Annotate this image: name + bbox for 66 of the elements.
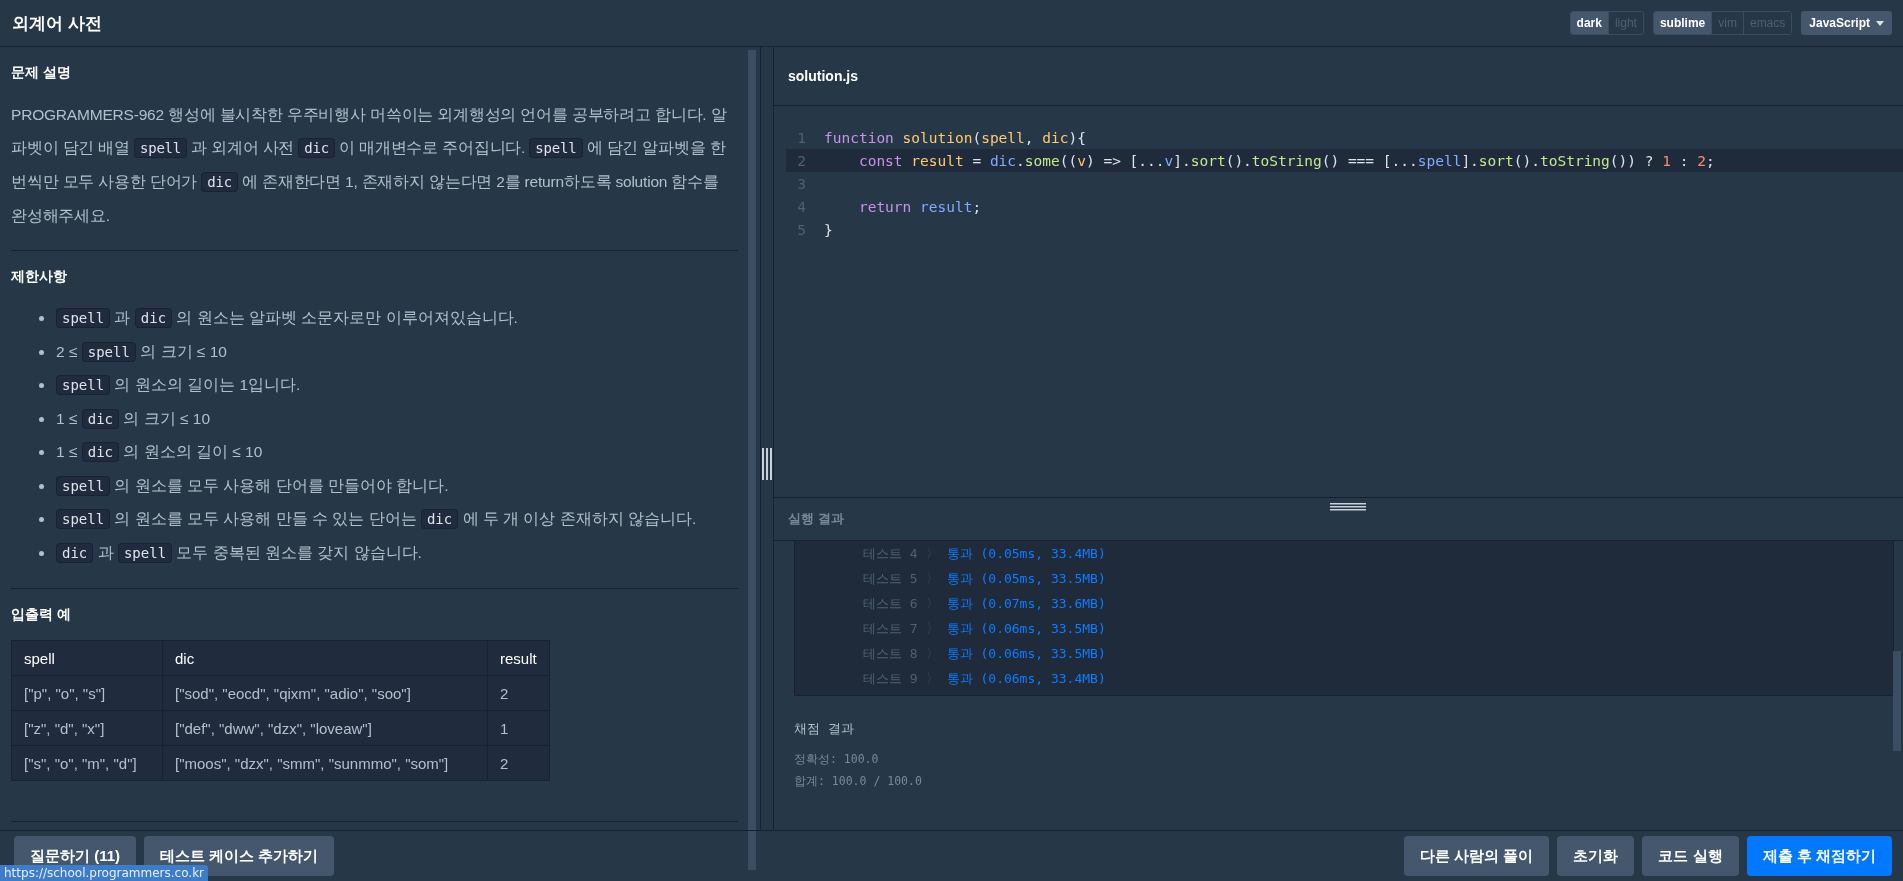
test-label: 테스트 4 <box>863 544 918 563</box>
table-cell: 2 <box>487 745 550 781</box>
separator-glyph: 〉 <box>925 619 939 638</box>
scrollbar[interactable] <box>748 50 756 870</box>
table-cell: ["s", "o", "m", "d"] <box>11 745 163 781</box>
language-dropdown[interactable]: JavaScript <box>1801 11 1892 35</box>
test-result: 통과 (0.05ms, 33.4MB) <box>946 544 1106 563</box>
status-url-tooltip: https://school.programmers.co.kr <box>0 865 209 881</box>
problem-description: PROGRAMMERS-962 행성에 불시착한 우주비행사 머쓱이는 외계행성의 언어를 공부하려고 합니다. 알파벳이 담긴 배열 spell 과 외계어 사전 dic 이 매개변수로 주어집니다. spell 에 담긴 알파벳을 한번씩만 모두 사용한 단어가 dic 에 존재한다면 1, 존재하지 않는다면 2를 return하도록 solution 함수를 완성해주세요. <box>11 105 728 226</box>
constraint-item: spell 과 dic 의 원소는 알파벳 소문자로만 이루어져있습니다. <box>56 308 518 330</box>
test-label: 테스트 5 <box>863 569 918 588</box>
test-label: 테스트 6 <box>863 594 918 613</box>
section-heading: 제한사항 <box>11 268 68 286</box>
resize-handle[interactable] <box>762 447 772 480</box>
table-cell: 1 <box>487 710 550 746</box>
action-button[interactable]: 초기화 <box>1557 836 1635 876</box>
submit-button[interactable]: 제출 후 채점하기 <box>1746 836 1892 876</box>
column-header: result <box>487 640 550 676</box>
caret-icon <box>1876 20 1884 26</box>
code-line: function solution(spell, dic){ <box>824 129 1086 146</box>
section-heading: 문제 설명 <box>11 64 72 82</box>
separator-glyph: 〉 <box>925 669 939 688</box>
separator-glyph: 〉 <box>925 644 939 663</box>
constraint-item: 2 ≤ spell 의 크기 ≤ 10 <box>56 341 227 363</box>
constraint-item: dic 과 spell 모두 중복된 원소를 갖지 않습니다. <box>56 542 422 564</box>
code-line: return result; <box>857 198 982 215</box>
action-button[interactable]: 다른 사람의 풀이 <box>1404 836 1550 876</box>
test-result: 통과 (0.05ms, 33.5MB) <box>946 569 1106 588</box>
table-cell: 2 <box>487 675 550 711</box>
theme-option[interactable]: dark <box>1570 12 1608 34</box>
code-line: const result = dic.some((v) => [...v].sort().toString() === [...spell].sort().toString()) ? 1 : 2; <box>857 152 1715 169</box>
separator-glyph: 〉 <box>925 569 939 588</box>
separator-glyph: 〉 <box>925 544 939 563</box>
constraint-item: spell 의 원소를 모두 사용해 만들 수 있는 단어는 dic 에 두 개 이상 존재하지 않습니다. <box>56 509 697 531</box>
action-button[interactable]: 코드 실행 <box>1642 836 1739 876</box>
table-cell: ["z", "d", "x"] <box>11 710 163 746</box>
code-line: } <box>824 221 833 238</box>
accuracy-score: 정확성: 100.0 <box>794 751 880 768</box>
separator-glyph: 〉 <box>925 594 939 613</box>
constraint-item: spell 의 원소의 길이는 1입니다. <box>56 375 301 397</box>
test-label: 테스트 9 <box>863 669 918 688</box>
column-header: spell <box>11 640 163 676</box>
column-header: dic <box>162 640 488 676</box>
test-result: 통과 (0.06ms, 33.4MB) <box>946 669 1106 688</box>
test-result: 통과 (0.06ms, 33.5MB) <box>946 644 1106 663</box>
constraint-item: 1 ≤ dic 의 원소의 길이 ≤ 10 <box>56 442 263 464</box>
constraint-item: 1 ≤ dic 의 크기 ≤ 10 <box>56 408 211 430</box>
line-number: 2 <box>796 152 806 169</box>
total-score: 합계: 100.0 / 100.0 <box>794 773 923 790</box>
section-heading: 입출력 예 <box>11 606 72 624</box>
table-cell: ["moos", "dzx", "smm", "sunmmo", "som"] <box>162 745 488 781</box>
scrollbar[interactable] <box>1893 651 1901 751</box>
table-cell: ["p", "o", "s"] <box>11 675 163 711</box>
page-title: 외계어 사전 <box>12 12 102 35</box>
grading-heading: 채점 결과 <box>794 720 855 738</box>
test-result: 통과 (0.06ms, 33.5MB) <box>946 619 1106 638</box>
table-cell: ["sod", "eocd", "qixm", "adio", "soo"] <box>162 675 488 711</box>
constraint-item: spell 의 원소를 모두 사용해 단어를 만들어야 합니다. <box>56 475 449 497</box>
test-label: 테스트 8 <box>863 644 918 663</box>
table-cell: ["def", "dww", "dzx", "loveaw"] <box>162 710 488 746</box>
test-label: 테스트 7 <box>863 619 918 638</box>
result-heading: 실행 결과 <box>788 510 844 528</box>
keymap-option[interactable]: sublime <box>1653 12 1712 34</box>
test-result: 통과 (0.07ms, 33.6MB) <box>946 594 1106 613</box>
resize-handle[interactable] <box>1330 503 1366 511</box>
file-name-tab[interactable]: solution.js <box>788 68 858 84</box>
